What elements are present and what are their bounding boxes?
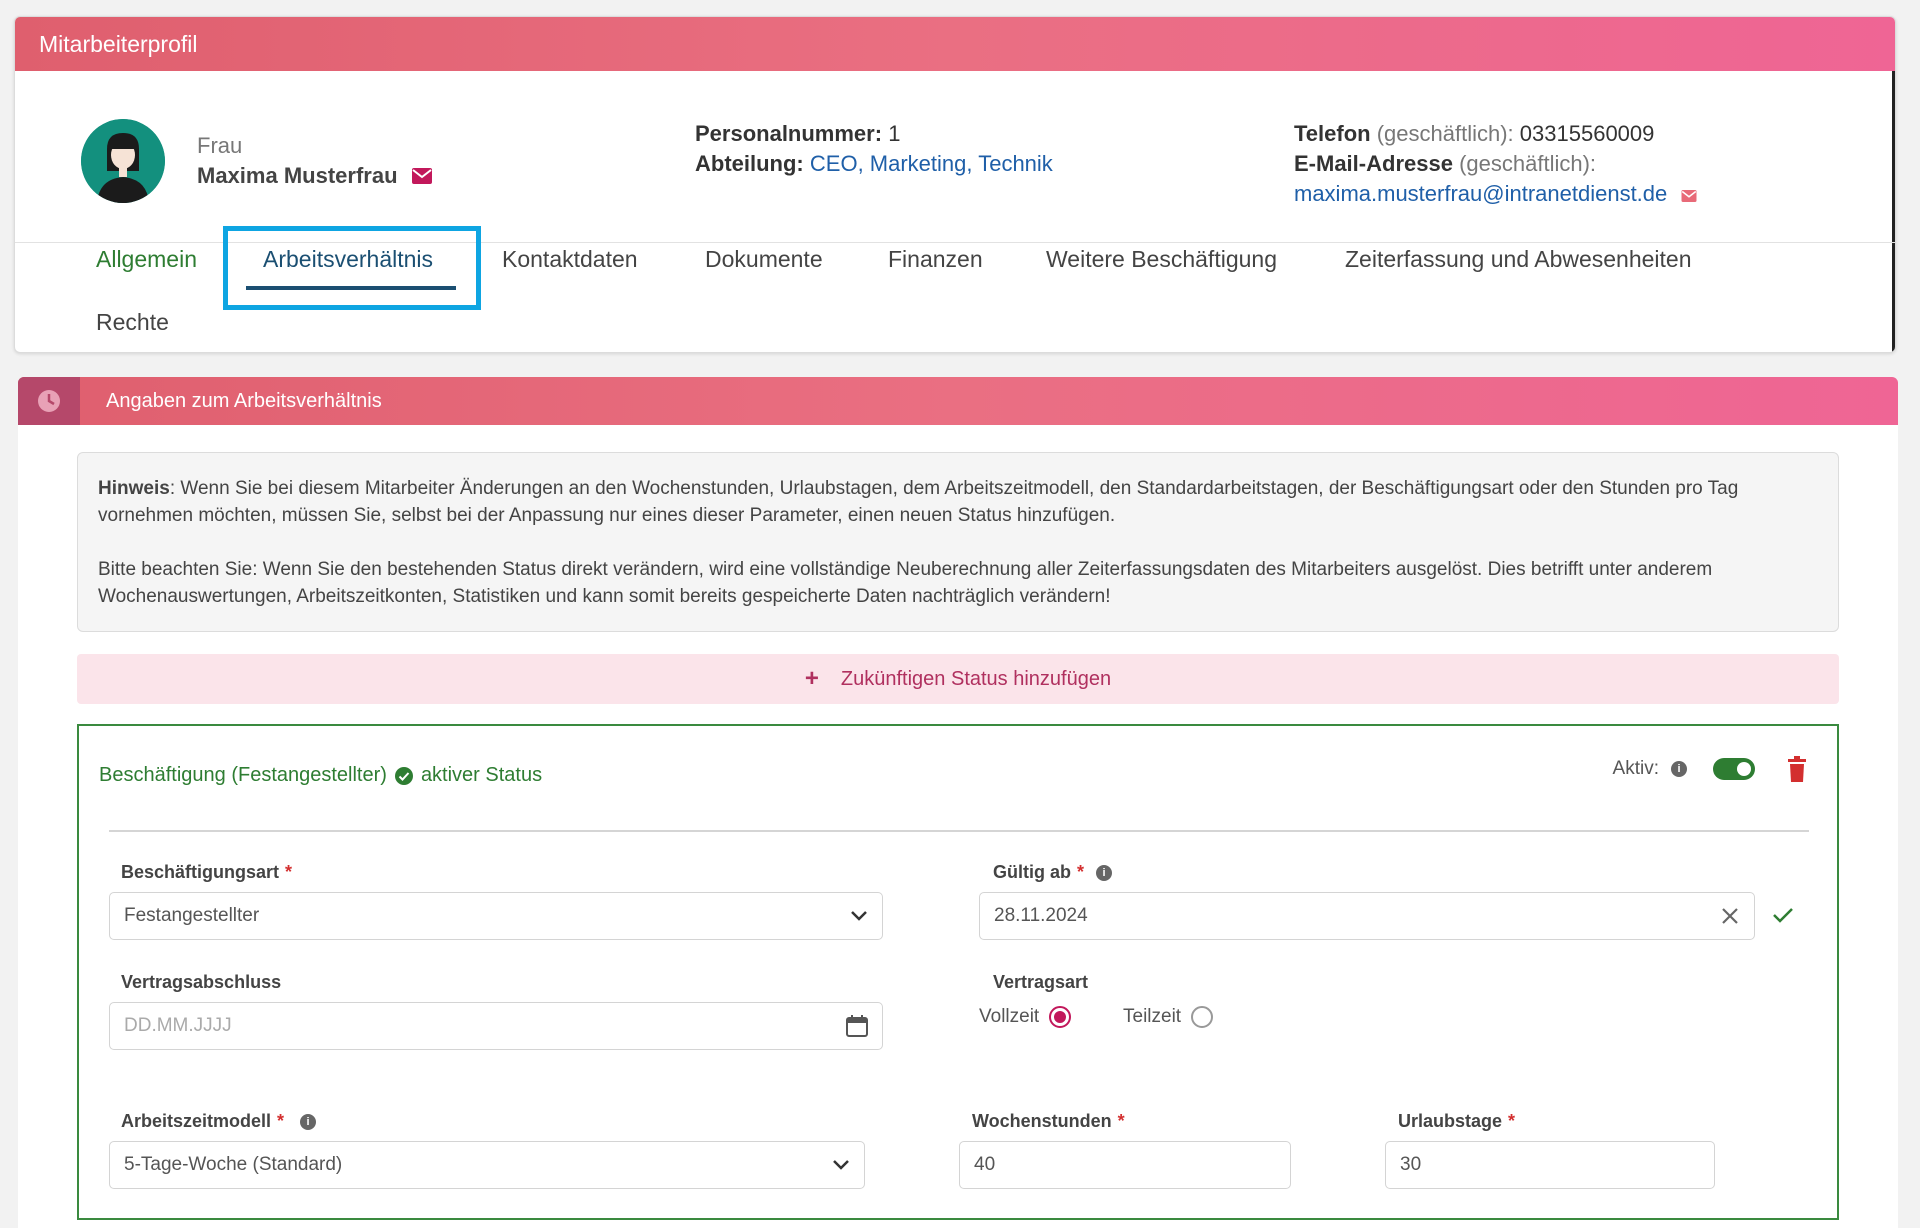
- telefon-value: 03315560009: [1519, 121, 1655, 146]
- email-link[interactable]: maxima.musterfrau@intranetdienst.de: [1294, 181, 1667, 206]
- email-label: E-Mail-Adresse: [1294, 151, 1453, 176]
- tab-zeiterfassung[interactable]: Zeiterfassung und Abwesenheiten: [1345, 246, 1692, 273]
- urlaubstage-label-text: Urlaubstage: [1398, 1111, 1503, 1131]
- status-active-label: aktiver Status: [420, 764, 543, 786]
- vertragsart-label: Vertragsart: [993, 972, 1089, 992]
- urlaubstage-label: Urlaubstage *: [1398, 1111, 1515, 1132]
- gueltig-ab-label-text: Gültig ab: [993, 862, 1071, 882]
- arbeitszeitmodell-select[interactable]: 5-Tage-Woche (Standard): [109, 1141, 865, 1189]
- mail-icon[interactable]: [1681, 180, 1697, 210]
- radio-unselected[interactable]: [1191, 1006, 1214, 1028]
- status-panel: Beschäftigung (Festangestellter) aktiver…: [77, 724, 1839, 1220]
- tab-allgemein[interactable]: Allgemein: [96, 246, 197, 273]
- hint-text-2: Bitte beachten Sie: Wenn Sie den bestehe…: [98, 559, 1713, 607]
- gueltig-ab-label: Gültig ab * i: [993, 862, 1113, 883]
- vertragsart-vollzeit-radio[interactable]: Vollzeit: [979, 1006, 1072, 1028]
- required-mark: *: [285, 862, 293, 882]
- status-title-row: Beschäftigung (Festangestellter) aktiver…: [99, 764, 542, 787]
- profile-name-block: Frau Maxima Musterfrau: [197, 131, 432, 192]
- arbeitszeitmodell-value: 5-Tage-Woche (Standard): [124, 1154, 343, 1175]
- clear-icon[interactable]: [1720, 906, 1740, 926]
- tab-weitere-beschaeftigung[interactable]: Weitere Beschäftigung: [1046, 246, 1277, 273]
- chevron-down-icon: [851, 911, 867, 921]
- gueltig-ab-value: 28.11.2024: [994, 905, 1088, 926]
- telefon-qualifier: (geschäftlich):: [1376, 121, 1514, 146]
- aktiv-toggle[interactable]: [1713, 758, 1755, 780]
- active-tab-highlight: [223, 226, 481, 310]
- profile-card-header: Mitarbeiterprofil: [15, 17, 1895, 71]
- beschaeftigungsart-label: Beschäftigungsart *: [121, 862, 292, 883]
- status-title: Beschäftigung (Festangestellter): [99, 764, 387, 786]
- section-title: Angaben zum Arbeitsverhältnis: [106, 389, 382, 412]
- profile-employment-block: Personalnummer: 1 Abteilung: CEO, Market…: [695, 119, 1053, 179]
- profile-contact-block: Telefon (geschäftlich): 03315560009 E-Ma…: [1294, 119, 1697, 210]
- employee-name: Maxima Musterfrau: [197, 163, 398, 188]
- profile-summary: Frau Maxima Musterfrau Personalnummer: 1…: [15, 71, 1895, 243]
- chevron-down-icon: [833, 1160, 849, 1170]
- abteilung-label: Abteilung:: [695, 151, 804, 176]
- info-icon[interactable]: i: [1671, 761, 1687, 777]
- urlaubstage-input[interactable]: 30: [1385, 1141, 1715, 1189]
- abteilung-link[interactable]: CEO, Marketing, Technik: [810, 151, 1053, 176]
- check-circle-icon: [394, 766, 413, 785]
- arbeitszeitmodell-label-text: Arbeitszeitmodell: [121, 1111, 272, 1131]
- vertragsart-teilzeit-radio[interactable]: Teilzeit: [1123, 1006, 1214, 1028]
- aktiv-controls: Aktiv: i: [1613, 756, 1807, 782]
- mail-icon[interactable]: [411, 162, 432, 192]
- trash-icon[interactable]: [1787, 756, 1807, 782]
- aktiv-label: Aktiv:: [1612, 758, 1659, 779]
- required-mark: *: [1117, 1111, 1125, 1131]
- hint-text: : Wenn Sie bei diesem Mitarbeiter Änderu…: [98, 478, 1739, 526]
- status-divider: [109, 830, 1809, 832]
- section-header: Angaben zum Arbeitsverhältnis: [18, 377, 1898, 425]
- info-icon[interactable]: i: [300, 1113, 317, 1130]
- urlaubstage-value: 30: [1400, 1154, 1422, 1175]
- tab-dokumente[interactable]: Dokumente: [705, 246, 823, 273]
- profile-card-title: Mitarbeiterprofil: [39, 30, 198, 57]
- beschaeftigungsart-select[interactable]: Festangestellter: [109, 892, 883, 940]
- arbeitszeitmodell-label: Arbeitszeitmodell * i: [121, 1111, 317, 1132]
- clock-icon: [18, 377, 80, 425]
- wochenstunden-label-text: Wochenstunden: [972, 1111, 1112, 1131]
- email-qualifier: (geschäftlich):: [1459, 151, 1597, 176]
- add-future-status-button[interactable]: + Zukünftigen Status hinzufügen: [77, 654, 1839, 704]
- telefon-label: Telefon: [1294, 121, 1371, 146]
- avatar: [81, 119, 165, 203]
- teilzeit-label: Teilzeit: [1123, 1006, 1182, 1027]
- vertragsabschluss-placeholder: DD.MM.JJJJ: [124, 1015, 232, 1036]
- radio-selected[interactable]: [1049, 1006, 1072, 1028]
- calendar-icon[interactable]: [846, 1015, 868, 1037]
- wochenstunden-input[interactable]: 40: [959, 1141, 1291, 1189]
- required-mark: *: [1508, 1111, 1516, 1131]
- wochenstunden-label: Wochenstunden *: [972, 1111, 1125, 1132]
- tab-kontaktdaten[interactable]: Kontaktdaten: [502, 246, 638, 273]
- tab-rechte[interactable]: Rechte: [96, 309, 169, 336]
- vollzeit-label: Vollzeit: [979, 1006, 1040, 1027]
- beschaeftigungsart-label-text: Beschäftigungsart: [121, 862, 280, 882]
- info-icon[interactable]: i: [1096, 864, 1113, 881]
- salutation: Frau: [197, 133, 243, 158]
- tab-finanzen[interactable]: Finanzen: [888, 246, 983, 273]
- beschaeftigungsart-value: Festangestellter: [124, 905, 260, 926]
- hint-box: Hinweis: Wenn Sie bei diesem Mitarbeiter…: [77, 452, 1839, 632]
- avatar-person-icon: [81, 119, 165, 203]
- required-mark: *: [277, 1111, 285, 1131]
- add-future-status-label: Zukünftigen Status hinzufügen: [840, 667, 1112, 690]
- gueltig-ab-input[interactable]: 28.11.2024: [979, 892, 1755, 940]
- plus-icon: +: [804, 665, 819, 692]
- personalnummer-value: 1: [888, 121, 901, 146]
- check-icon: [1773, 908, 1793, 923]
- wochenstunden-value: 40: [974, 1154, 996, 1175]
- vertragsabschluss-input[interactable]: DD.MM.JJJJ: [109, 1002, 883, 1050]
- hint-label: Hinweis: [98, 478, 170, 499]
- required-mark: *: [1077, 862, 1085, 882]
- personalnummer-label: Personalnummer:: [695, 121, 883, 146]
- vertragsabschluss-label: Vertragsabschluss: [121, 972, 282, 992]
